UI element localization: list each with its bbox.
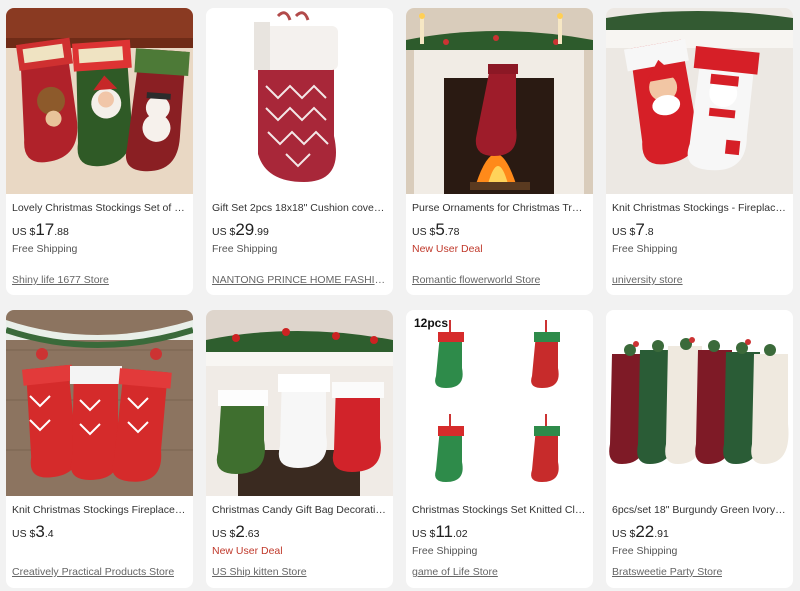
product-title[interactable]: Christmas Candy Gift Bag Decoration Stoc…	[212, 503, 387, 517]
price-integer: 29	[235, 220, 255, 239]
price-currency: US $	[12, 528, 36, 540]
product-title[interactable]: 6pcs/set 18" Burgundy Green Ivory Knit S…	[612, 503, 787, 517]
store-link[interactable]: NANTONG PRINCE HOME FASHION	[212, 274, 387, 286]
product-card[interactable]: Purse Ornaments for Christmas Tree Stock…	[406, 8, 593, 295]
price-decimal: .91	[654, 528, 669, 540]
price-currency: US $	[212, 226, 236, 238]
product-price: US $22.91	[612, 522, 787, 542]
price-currency: US $	[12, 226, 36, 238]
shipping-badge: Free Shipping	[612, 243, 678, 255]
store-link[interactable]: Romantic flowerworld Store	[412, 274, 540, 286]
product-image[interactable]	[406, 8, 593, 194]
product-title[interactable]: Gift Set 2pcs 18x18" Cushion cover knit …	[212, 201, 387, 215]
price-decimal: .78	[444, 226, 460, 238]
shipping-badge: Free Shipping	[12, 243, 78, 255]
product-price: US $3.4	[12, 522, 187, 542]
quantity-overlay-label: 12pcs	[414, 316, 449, 330]
store-link[interactable]: Creatively Practical Products Store	[12, 566, 174, 578]
product-image[interactable]: 12pcs	[406, 310, 593, 496]
price-decimal: .88	[54, 226, 69, 238]
product-card[interactable]: 6pcs/set 18" Burgundy Green Ivory Knit S…	[606, 310, 793, 588]
product-image[interactable]	[606, 310, 793, 496]
store-link[interactable]: university store	[612, 274, 683, 286]
product-title[interactable]: Knit Christmas Stockings - Fireplace Han…	[612, 201, 787, 215]
store-link[interactable]: game of Life Store	[412, 566, 498, 578]
product-title[interactable]: Christmas Stockings Set Knitted Classic …	[412, 503, 587, 517]
product-price: US $2.63	[212, 522, 387, 542]
new-user-deal-badge: New User Deal	[412, 243, 483, 255]
product-card[interactable]: Gift Set 2pcs 18x18" Cushion cover knit …	[206, 8, 393, 295]
product-card[interactable]: Lovely Christmas Stockings Set of 3 Larg…	[6, 8, 193, 295]
price-decimal: .4	[44, 528, 54, 540]
price-integer: 7	[635, 220, 645, 239]
price-decimal: .02	[453, 528, 468, 540]
new-user-deal-badge: New User Deal	[212, 545, 283, 557]
price-integer: 2	[235, 522, 245, 541]
price-decimal: .63	[244, 528, 260, 540]
price-decimal: .8	[644, 226, 654, 238]
shipping-badge: Free Shipping	[612, 545, 678, 557]
product-card[interactable]: 12pcs Christmas Stockings Set Knitted Cl…	[406, 310, 593, 588]
product-card[interactable]: Knit Christmas Stockings - Fireplace Han…	[606, 8, 793, 295]
store-link[interactable]: Bratsweetie Party Store	[612, 566, 722, 578]
price-integer: 11	[435, 522, 453, 541]
product-image[interactable]	[6, 8, 193, 194]
product-image[interactable]	[6, 310, 193, 496]
product-price: US $11.02	[412, 522, 587, 542]
product-title[interactable]: Knit Christmas Stockings Fireplace Decor…	[12, 503, 187, 517]
price-currency: US $	[612, 226, 636, 238]
price-integer: 17	[35, 220, 55, 239]
store-link[interactable]: Shiny life 1677 Store	[12, 274, 109, 286]
shipping-badge: Free Shipping	[412, 545, 478, 557]
product-grid: Lovely Christmas Stockings Set of 3 Larg…	[0, 0, 800, 591]
price-currency: US $	[212, 528, 236, 540]
product-price: US $17.88	[12, 220, 187, 240]
price-decimal: .99	[254, 226, 269, 238]
product-card[interactable]: Knit Christmas Stockings Fireplace Decor…	[6, 310, 193, 588]
price-currency: US $	[612, 528, 636, 540]
product-price: US $29.99	[212, 220, 387, 240]
product-card[interactable]: Christmas Candy Gift Bag Decoration Stoc…	[206, 310, 393, 588]
price-integer: 3	[35, 522, 45, 541]
product-price: US $7.8	[612, 220, 787, 240]
product-title[interactable]: Lovely Christmas Stockings Set of 3 Larg…	[12, 201, 187, 215]
price-currency: US $	[412, 226, 436, 238]
product-image[interactable]	[606, 8, 793, 194]
product-price: US $5.78	[412, 220, 587, 240]
shipping-badge: Free Shipping	[212, 243, 278, 255]
price-currency: US $	[412, 528, 436, 540]
price-integer: 22	[635, 522, 655, 541]
price-integer: 5	[435, 220, 445, 239]
product-title[interactable]: Purse Ornaments for Christmas Tree Stock…	[412, 201, 587, 215]
store-link[interactable]: US Ship kitten Store	[212, 566, 307, 578]
product-image[interactable]	[206, 310, 393, 496]
product-image[interactable]	[206, 8, 393, 194]
